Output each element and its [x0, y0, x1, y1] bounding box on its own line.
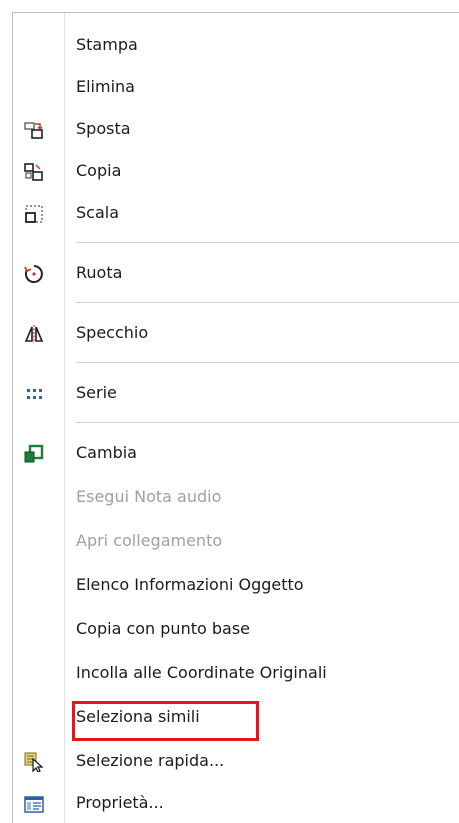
scale-icon [25, 205, 43, 223]
menu-item-copia[interactable]: Copia [13, 151, 459, 191]
menu-item-ruota[interactable]: Ruota [13, 253, 459, 293]
menu-item-elimina[interactable]: Elimina [13, 67, 459, 107]
menu-item-serie[interactable]: Serie [13, 373, 459, 413]
highlight-box [72, 701, 259, 741]
array-icon [27, 389, 42, 399]
menu-item-esegui-nota-audio: Esegui Nota audio [13, 477, 459, 517]
menu-item-stampa[interactable]: Stampa [13, 25, 459, 65]
menu-item-label: Selezione rapida... [76, 751, 225, 770]
menu-item-label: Apri collegamento [76, 531, 223, 550]
menu-item-label: Elenco Informazioni Oggetto [76, 575, 304, 594]
menu-item-label: Cambia [76, 443, 137, 462]
menu-item-specchio[interactable]: Specchio [13, 313, 459, 353]
move-icon [24, 122, 43, 139]
separator [76, 422, 459, 423]
menu-item-elenco-informazioni-oggetto[interactable]: Elenco Informazioni Oggetto [13, 565, 459, 605]
menu-item-label: Proprietà... [76, 793, 164, 812]
menu-item-label: Ruota [76, 263, 123, 282]
menu-item-proprieta[interactable]: Proprietà... [13, 783, 459, 823]
menu-item-label: Elimina [76, 77, 135, 96]
quick-select-icon [24, 752, 44, 772]
menu-item-label: Esegui Nota audio [76, 487, 222, 506]
separator [76, 362, 459, 363]
menu-item-selezione-rapida[interactable]: Selezione rapida... [13, 741, 459, 781]
menu-item-label: Copia con punto base [76, 619, 250, 638]
menu-item-cambia[interactable]: Cambia [13, 433, 459, 473]
menu-item-apri-collegamento: Apri collegamento [13, 521, 459, 561]
menu-item-scala[interactable]: Scala [13, 193, 459, 233]
properties-icon [24, 796, 44, 813]
menu-item-label: Stampa [76, 35, 138, 54]
rotate-icon [24, 265, 43, 283]
menu-item-label: Incolla alle Coordinate Originali [76, 663, 327, 682]
menu-item-incolla-alle-coordinate-originali[interactable]: Incolla alle Coordinate Originali [13, 653, 459, 693]
separator [76, 302, 459, 303]
menu-item-copia-con-punto-base[interactable]: Copia con punto base [13, 609, 459, 649]
menu-item-label: Scala [76, 203, 120, 222]
menu-item-sposta[interactable]: Sposta [13, 109, 459, 149]
menu-item-label: Sposta [76, 119, 131, 138]
context-menu: Stampa Elimina Sposta Copia Scala Ruota … [12, 12, 459, 823]
separator [76, 242, 459, 243]
mirror-icon [24, 325, 44, 343]
change-icon [24, 444, 44, 463]
menu-item-label: Serie [76, 383, 117, 402]
menu-item-label: Copia [76, 161, 122, 180]
menu-item-label: Specchio [76, 323, 149, 342]
copy-icon [24, 163, 43, 181]
